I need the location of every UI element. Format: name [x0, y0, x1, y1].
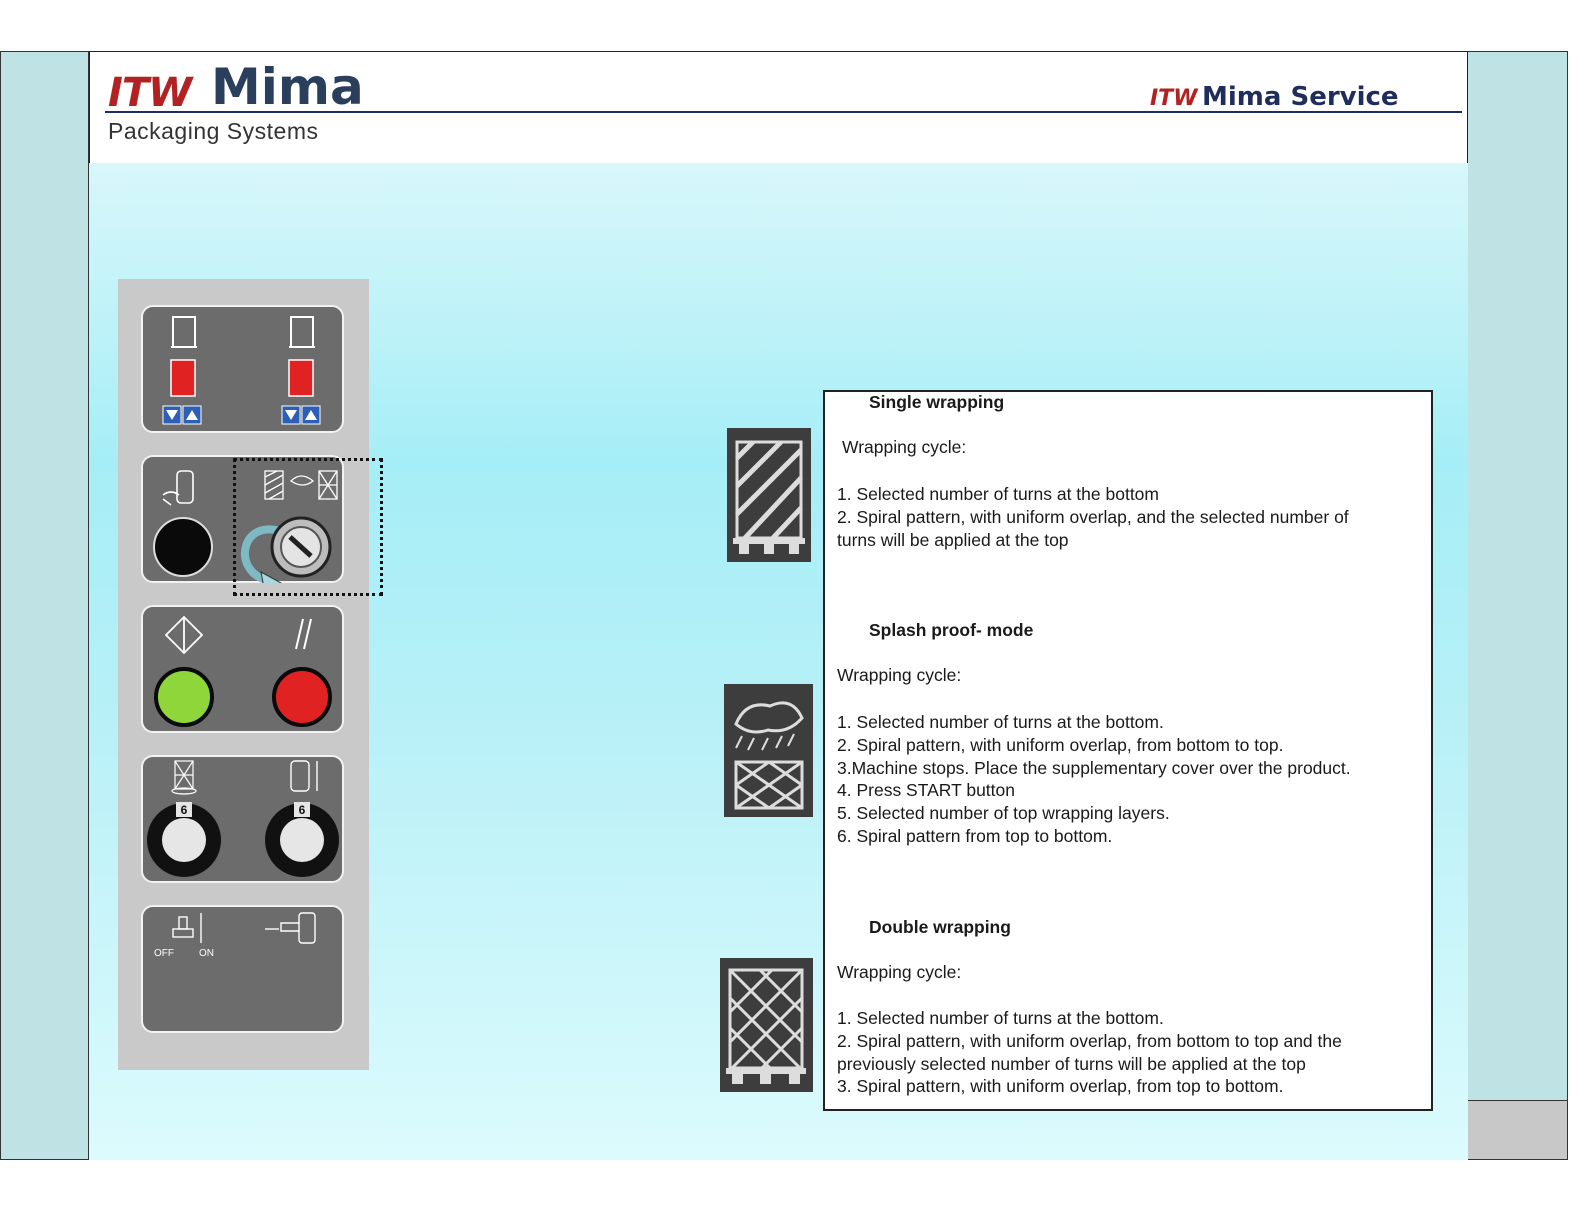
carriage-indicator-graphics	[162, 316, 321, 425]
double-cycle-label: Wrapping cycle:	[837, 962, 962, 982]
double-step: 1. Selected number of turns at the botto…	[837, 1008, 1164, 1028]
start-button[interactable]	[154, 667, 214, 727]
left-indicator-light	[170, 359, 196, 397]
section-title-single: Single wrapping	[869, 392, 1005, 412]
accessory-graphics	[172, 912, 316, 944]
stop-button[interactable]	[272, 667, 332, 727]
carriage-right-icon	[289, 316, 315, 348]
diagonal-wrap-icon	[733, 440, 805, 554]
right-side-band	[1467, 51, 1568, 1101]
top-presser-icon	[172, 913, 202, 943]
right-corner-block	[1467, 1100, 1568, 1160]
top-dial-value: 6	[299, 803, 306, 817]
logo-itw-text: ITW	[108, 70, 192, 116]
logo-subtitle: Packaging Systems	[108, 118, 319, 144]
section-title-splash: Splash proof- mode	[869, 620, 1034, 640]
turns-dial-graphics: 6 6	[147, 760, 339, 877]
left-side-band	[0, 51, 89, 1160]
crosshatch-wrap-icon	[726, 968, 806, 1084]
splash-step: 4. Press START button	[837, 780, 1015, 800]
left-updown-arrows-icon[interactable]	[162, 405, 202, 425]
reset-button[interactable]	[153, 517, 213, 577]
single-step: 2. Spiral pattern, with uniform overlap,…	[837, 507, 1349, 527]
carriage-left-icon	[171, 316, 197, 348]
section-title-double: Double wrapping	[869, 917, 1011, 937]
film-roll-hand-icon	[162, 470, 194, 506]
single-step: turns will be applied at the top	[837, 530, 1069, 550]
splash-proof-thumbnail	[724, 684, 813, 817]
bottom-turns-icon	[171, 760, 197, 795]
double-step: 3. Spiral pattern, with uniform overlap,…	[837, 1076, 1284, 1096]
splash-proof-icon	[734, 701, 804, 810]
single-step: 1. Selected number of turns at the botto…	[837, 484, 1159, 504]
double-step: 2. Spiral pattern, with uniform overlap,…	[837, 1031, 1342, 1051]
service-logo-name: Mima Service	[1202, 82, 1399, 112]
double-wrapping-thumbnail	[720, 958, 813, 1092]
single-cycle-label: Wrapping cycle:	[842, 437, 967, 457]
service-logo-itw: ITW	[1150, 86, 1198, 111]
logo-mima-text: Mima	[211, 58, 364, 116]
splash-step: 5. Selected number of top wrapping layer…	[837, 803, 1170, 823]
start-stop-graphics	[154, 615, 332, 727]
mode-key-highlight	[233, 458, 383, 596]
single-wrapping-thumbnail	[727, 428, 811, 562]
right-updown-arrows-icon[interactable]	[281, 405, 321, 425]
splash-step: 6. Spiral pattern from top to bottom.	[837, 826, 1113, 846]
film-cut-icon	[265, 912, 316, 944]
presser-off-label: OFF	[154, 948, 174, 959]
splash-step: 2. Spiral pattern, with uniform overlap,…	[837, 735, 1284, 755]
splash-step: 3.Machine stops. Place the supplementary…	[837, 758, 1351, 778]
double-step: previously selected number of turns will…	[837, 1054, 1306, 1074]
splash-step: 1. Selected number of turns at the botto…	[837, 712, 1164, 732]
presser-on-label: ON	[199, 948, 214, 959]
start-symbol-icon	[164, 615, 204, 655]
film-height-icon	[290, 760, 318, 792]
splash-cycle-label: Wrapping cycle:	[837, 665, 962, 685]
bottom-dial-value: 6	[181, 803, 188, 817]
stop-symbol-icon	[295, 618, 312, 650]
right-indicator-light	[288, 359, 314, 397]
